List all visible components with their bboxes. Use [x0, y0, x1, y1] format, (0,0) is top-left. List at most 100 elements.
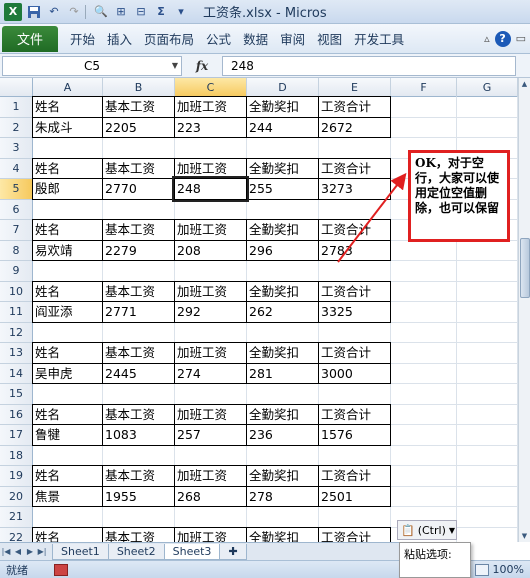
cell-g1[interactable]	[457, 97, 518, 118]
cell-d12[interactable]	[247, 322, 319, 343]
cell-g12[interactable]	[457, 322, 518, 343]
cell-b10[interactable]: 基本工资	[102, 280, 175, 302]
cell-b17[interactable]: 1083	[102, 424, 175, 446]
cell-f16[interactable]	[391, 404, 457, 425]
cell-a7[interactable]: 姓名	[32, 219, 103, 241]
cell-c15[interactable]	[175, 384, 247, 405]
cell-c3[interactable]	[175, 138, 247, 159]
print-preview-icon[interactable]: 🔍	[93, 4, 109, 20]
cell-b19[interactable]: 基本工资	[102, 465, 175, 487]
insert-sheet-icon[interactable]: ✚	[219, 543, 247, 560]
scroll-thumb[interactable]	[520, 238, 530, 298]
tab-page-layout[interactable]: 页面布局	[144, 29, 194, 48]
cell-c22[interactable]: 加班工资	[174, 526, 247, 542]
vertical-scrollbar[interactable]: ▲ ▼	[518, 78, 530, 542]
cell-b15[interactable]	[103, 384, 175, 405]
cell-e6[interactable]	[319, 199, 391, 220]
sheet-tab-3[interactable]: Sheet3	[163, 543, 221, 560]
column-header-d[interactable]: D	[247, 78, 319, 97]
cell-g17[interactable]	[457, 425, 518, 446]
redo-icon[interactable]: ↷	[66, 4, 82, 20]
cell-e12[interactable]	[319, 322, 391, 343]
undo-icon[interactable]: ↶	[46, 4, 62, 20]
cell-f10[interactable]	[391, 281, 457, 302]
tab-formulas[interactable]: 公式	[206, 29, 231, 48]
row-header-7[interactable]: 7	[0, 220, 33, 241]
row-header-10[interactable]: 10	[0, 281, 33, 302]
tab-home[interactable]: 开始	[70, 29, 95, 48]
cell-g10[interactable]	[457, 281, 518, 302]
cell-f8[interactable]	[391, 240, 457, 261]
sheet-tab-2[interactable]: Sheet2	[107, 543, 165, 560]
cell-a11[interactable]: 阎亚添	[32, 301, 103, 323]
cell-d6[interactable]	[247, 199, 319, 220]
row-header-3[interactable]: 3	[0, 138, 33, 159]
cell-b7[interactable]: 基本工资	[102, 219, 175, 241]
cell-c6[interactable]	[175, 199, 247, 220]
cell-g14[interactable]	[457, 363, 518, 384]
cell-c14[interactable]: 274	[174, 362, 247, 384]
cell-e22[interactable]: 工资合计	[318, 526, 391, 542]
cell-a12[interactable]	[33, 322, 103, 343]
cell-c9[interactable]	[175, 261, 247, 282]
cell-g11[interactable]	[457, 302, 518, 323]
cell-a15[interactable]	[33, 384, 103, 405]
cell-c19[interactable]: 加班工资	[174, 465, 247, 487]
row-header-21[interactable]: 21	[0, 507, 33, 528]
column-header-e[interactable]: E	[319, 78, 391, 97]
cell-d4[interactable]: 全勤奖扣	[246, 157, 319, 179]
cell-e13[interactable]: 工资合计	[318, 342, 391, 364]
format-painter-icon[interactable]: ⊞	[113, 4, 129, 20]
minimize-ribbon-icon[interactable]: ▵	[484, 32, 490, 45]
cell-d7[interactable]: 全勤奖扣	[246, 219, 319, 241]
cell-b18[interactable]	[103, 445, 175, 466]
excel-icon[interactable]: X	[4, 2, 22, 21]
cell-f20[interactable]	[391, 486, 457, 507]
row-header-13[interactable]: 13	[0, 343, 33, 364]
cell-d9[interactable]	[247, 261, 319, 282]
column-header-g[interactable]: G	[457, 78, 518, 97]
first-sheet-icon[interactable]: |◀	[0, 547, 12, 556]
sheet-tab-1[interactable]: Sheet1	[52, 543, 109, 560]
row-header-17[interactable]: 17	[0, 425, 33, 446]
cell-f19[interactable]	[391, 466, 457, 487]
row-header-15[interactable]: 15	[0, 384, 33, 405]
cell-c10[interactable]: 加班工资	[174, 280, 247, 302]
row-header-22[interactable]: 22	[0, 527, 33, 542]
next-sheet-icon[interactable]: ▶	[24, 547, 36, 556]
cell-a6[interactable]	[33, 199, 103, 220]
tab-review[interactable]: 审阅	[280, 29, 305, 48]
cell-f15[interactable]	[391, 384, 457, 405]
cell-e1[interactable]: 工资合计	[318, 96, 391, 118]
cell-e14[interactable]: 3000	[318, 362, 391, 384]
cell-f11[interactable]	[391, 302, 457, 323]
chevron-down-icon[interactable]: ▼	[172, 61, 178, 70]
cell-e17[interactable]: 1576	[318, 424, 391, 446]
cell-g21[interactable]	[457, 507, 518, 528]
cell-b16[interactable]: 基本工资	[102, 403, 175, 425]
cell-e20[interactable]: 2501	[318, 485, 391, 507]
tab-file[interactable]: 文件	[2, 25, 58, 52]
row-header-18[interactable]: 18	[0, 445, 33, 466]
zoom-level[interactable]: 100%	[493, 563, 524, 576]
select-all-corner[interactable]	[0, 78, 33, 97]
cell-a9[interactable]	[33, 261, 103, 282]
cell-b22[interactable]: 基本工资	[102, 526, 175, 542]
page-break-view-icon[interactable]	[474, 563, 489, 576]
cell-a14[interactable]: 吴申虎	[32, 362, 103, 384]
cell-d20[interactable]: 278	[246, 485, 319, 507]
cell-b8[interactable]: 2279	[102, 239, 175, 261]
scroll-up-icon[interactable]: ▲	[519, 78, 530, 90]
cell-e15[interactable]	[319, 384, 391, 405]
cell-b6[interactable]	[103, 199, 175, 220]
cell-c20[interactable]: 268	[174, 485, 247, 507]
cell-c12[interactable]	[175, 322, 247, 343]
scroll-down-icon[interactable]: ▼	[519, 530, 530, 542]
macro-record-icon[interactable]	[54, 563, 68, 576]
cell-c16[interactable]: 加班工资	[174, 403, 247, 425]
cell-e8[interactable]: 2783	[318, 239, 391, 261]
cell-e11[interactable]: 3325	[318, 301, 391, 323]
cell-g18[interactable]	[457, 445, 518, 466]
cell-e9[interactable]	[319, 261, 391, 282]
cell-a8[interactable]: 易欢靖	[32, 239, 103, 261]
